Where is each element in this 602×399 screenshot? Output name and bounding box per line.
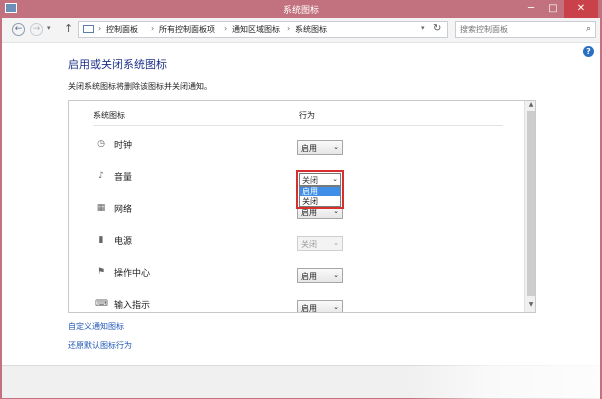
chevron-down-icon: ⌄ xyxy=(333,143,339,151)
search-box[interactable]: ⌕ xyxy=(455,21,596,38)
select-value: 启用 xyxy=(301,304,317,313)
row-label-volume: 音量 xyxy=(114,173,133,183)
row-label-power: 电源 xyxy=(114,237,133,247)
search-input[interactable] xyxy=(460,24,575,35)
row-label-action-center: 操作中心 xyxy=(114,269,151,279)
row-label-network: 网络 xyxy=(114,205,133,215)
breadcrumb-all-items[interactable]: 所有控制面板项 xyxy=(159,24,215,35)
up-button[interactable]: ↑ xyxy=(64,22,73,35)
breadcrumb-separator[interactable]: › xyxy=(98,24,101,33)
title-bar: 系统图标 ─ □ ✕ xyxy=(0,0,602,18)
row-label-clock: 时钟 xyxy=(114,141,133,151)
input-indicator-icon: ⌨ xyxy=(95,299,108,309)
behavior-select-input-indicator[interactable]: 启用 ⌄ xyxy=(297,300,343,313)
power-icon: ▮ xyxy=(98,235,104,245)
select-value: 启用 xyxy=(301,144,317,153)
page-description: 关闭系统图标将删除该图标并关闭通知。 xyxy=(68,82,212,91)
dropdown-options: 启用 关闭 xyxy=(299,186,341,207)
forward-button[interactable]: → xyxy=(30,23,43,36)
select-value: 关闭 xyxy=(301,240,317,249)
select-value: 启用 xyxy=(301,272,317,281)
vertical-scrollbar[interactable]: ▲ ▼ xyxy=(524,101,535,312)
network-icon: ▦ xyxy=(96,203,106,213)
column-header-behavior: 行为 xyxy=(299,111,315,120)
recent-locations-dropdown[interactable]: ▾ xyxy=(47,24,51,32)
window-title: 系统图标 xyxy=(282,6,319,16)
scroll-thumb[interactable] xyxy=(527,111,535,296)
select-value: 关闭 xyxy=(302,176,318,185)
back-button[interactable]: ← xyxy=(12,23,25,36)
volume-behavior-dropdown[interactable]: 关闭 ⌄ 启用 关闭 xyxy=(296,170,344,209)
row-label-input-indicator: 输入指示 xyxy=(114,301,151,311)
search-icon[interactable]: ⌕ xyxy=(586,24,591,34)
chevron-down-icon: ⌄ xyxy=(333,303,339,311)
dropdown-option-enable[interactable]: 启用 xyxy=(300,187,340,196)
minimize-button[interactable]: ─ xyxy=(520,0,542,18)
control-panel-window: 系统图标 ─ □ ✕ ← → ▾ ↑ › 控制面板 › 所有控制面板项 › 通知… xyxy=(0,0,602,399)
breadcrumb-system-icons[interactable]: 系统图标 xyxy=(295,24,327,35)
breadcrumb-notification-icons[interactable]: 通知区域图标 xyxy=(232,24,280,35)
chevron-down-icon: ⌄ xyxy=(333,271,339,279)
main-content: ? 启用或关闭系统图标 关闭系统图标将删除该图标并关闭通知。 系统图标 行为 ◷… xyxy=(2,43,600,365)
scroll-down-icon[interactable]: ▼ xyxy=(525,301,535,311)
breadcrumb-separator[interactable]: › xyxy=(287,24,290,33)
behavior-select-volume[interactable]: 关闭 ⌄ xyxy=(299,173,341,186)
behavior-select-action-center[interactable]: 启用 ⌄ xyxy=(297,268,343,283)
navigation-bar: ← → ▾ ↑ › 控制面板 › 所有控制面板项 › 通知区域图标 › 系统图标… xyxy=(2,18,600,43)
refresh-icon[interactable]: ↻ xyxy=(433,23,441,34)
address-bar[interactable]: › 控制面板 › 所有控制面板项 › 通知区域图标 › 系统图标 ▾ ↻ xyxy=(78,21,448,38)
close-button[interactable]: ✕ xyxy=(564,0,598,18)
header-divider xyxy=(93,125,503,126)
breadcrumb-control-panel[interactable]: 控制面板 xyxy=(106,24,138,35)
computer-icon xyxy=(83,25,94,33)
page-title: 启用或关闭系统图标 xyxy=(68,58,167,71)
behavior-select-clock[interactable]: 启用 ⌄ xyxy=(297,140,343,155)
clock-icon: ◷ xyxy=(97,139,105,149)
address-dropdown-icon[interactable]: ▾ xyxy=(421,24,425,32)
dropdown-option-disable[interactable]: 关闭 xyxy=(300,197,340,206)
volume-icon: ♪ xyxy=(98,171,104,181)
chevron-down-icon: ⌄ xyxy=(333,239,339,247)
action-center-icon: ⚑ xyxy=(96,267,106,277)
chevron-down-icon: ⌄ xyxy=(332,175,338,183)
column-header-icon: 系统图标 xyxy=(93,111,125,120)
scroll-up-icon[interactable]: ▲ xyxy=(525,101,535,111)
breadcrumb-separator[interactable]: › xyxy=(224,24,227,33)
restore-default-behavior-link[interactable]: 还原默认图标行为 xyxy=(68,340,132,351)
customize-notification-icons-link[interactable]: 自定义通知图标 xyxy=(68,321,124,332)
help-icon[interactable]: ? xyxy=(583,46,594,57)
breadcrumb-separator[interactable]: › xyxy=(151,24,154,33)
behavior-select-power: 关闭 ⌄ xyxy=(297,236,343,251)
status-bar xyxy=(2,365,600,398)
maximize-button[interactable]: □ xyxy=(542,0,564,18)
